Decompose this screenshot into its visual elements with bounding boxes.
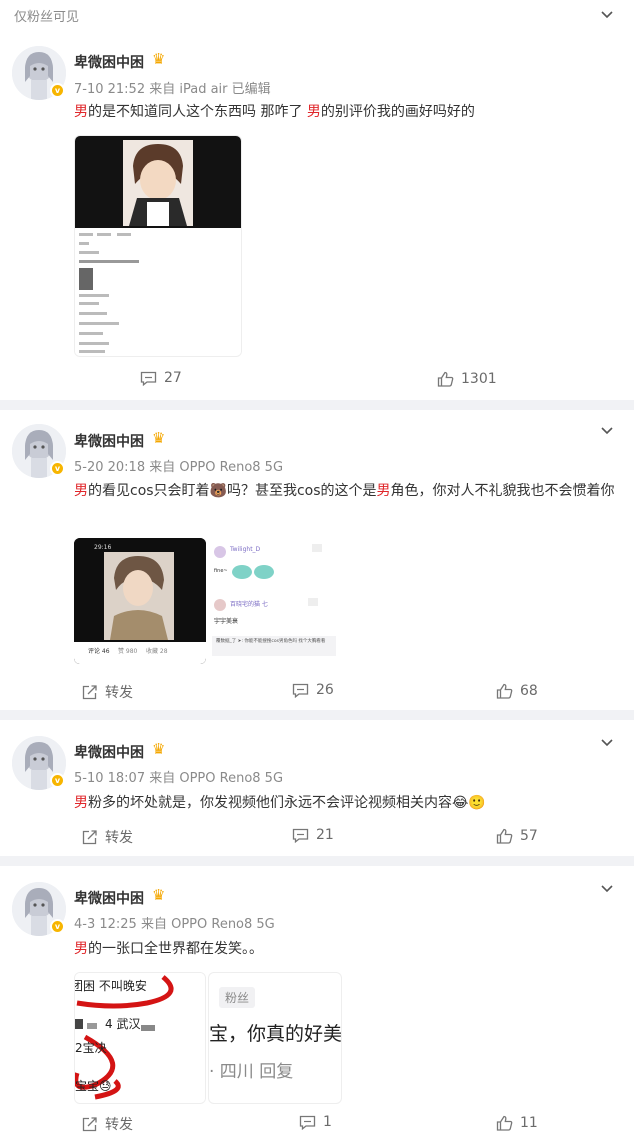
post-card: v 卑微困中困 ♛ 4-3 12:25 来自 OPPO Reno8 5G 男的一… <box>0 866 634 1139</box>
image-comment-user: Twilight_D <box>230 546 261 553</box>
post-text: 男的看见cos只会盯着🐻吗？甚至我cos的这个是男角色，你对人不礼貌我也不会惯着… <box>74 480 622 503</box>
chevron-down-icon[interactable] <box>600 422 614 441</box>
thumbs-up-icon <box>496 1115 513 1131</box>
text-segment: 的看见cos只会盯着🐻吗？甚至我cos的这个是 <box>88 483 377 499</box>
text-segment: 的一张口全世界都在发笑。。 <box>88 941 263 957</box>
like-button[interactable]: 1301 <box>437 371 497 387</box>
crown-icon: ♛ <box>152 886 166 904</box>
image-text-line: 4 武汉 <box>105 1017 141 1031</box>
chevron-down-icon[interactable] <box>600 6 614 25</box>
like-count: 57 <box>520 828 538 844</box>
verified-badge-icon: v <box>50 461 65 476</box>
image-text-line: 宝，你真的好美 <box>209 1023 342 1045</box>
chevron-down-icon[interactable] <box>600 734 614 753</box>
repost-label: 转发 <box>105 685 133 701</box>
crown-icon: ♛ <box>152 429 166 447</box>
highlight-word: 男 <box>74 104 88 120</box>
user-name[interactable]: 卑微困中困 <box>74 742 144 762</box>
comment-icon <box>140 371 157 386</box>
comment-count: 21 <box>316 827 334 843</box>
visibility-label: 仅粉丝可见 <box>14 10 80 25</box>
image-text-line: · 四川 回复 <box>209 1062 294 1082</box>
highlight-word: 男 <box>376 483 391 499</box>
post-separator <box>0 710 634 720</box>
image-text-line: 宝宝😓 <box>75 1079 112 1093</box>
image-tab-likes: 赞 980 <box>118 648 138 655</box>
post-card: v 卑微困中困 ♛ 5-20 20:18 来自 OPPO Reno8 5G 男的… <box>0 410 634 710</box>
chevron-down-icon[interactable] <box>600 880 614 899</box>
top-bar: 仅粉丝可见 <box>0 0 634 28</box>
image-tab-comments: 评论 46 <box>88 648 110 655</box>
image-comment-text: 宇宇美衰 <box>214 618 239 625</box>
post-card: v 卑微困中困 ♛ 5-10 18:07 来自 OPPO Reno8 5G 男粉… <box>0 720 634 856</box>
comment-count: 1 <box>323 1114 332 1130</box>
user-name[interactable]: 卑微困中困 <box>74 431 144 451</box>
svg-text:29:16: 29:16 <box>94 544 111 551</box>
image-tab-fav: 收藏 28 <box>146 648 168 655</box>
image-text-line: 团困 不叫晚安 <box>74 979 147 993</box>
post-image[interactable]: Twilight_D fine~ 百晓宅的猫 七 宇宇美衰 覆数据_了 ➤: 你… <box>208 538 340 664</box>
verified-badge-icon: v <box>50 919 65 934</box>
comment-count: 26 <box>316 682 334 698</box>
like-button[interactable]: 57 <box>496 828 538 844</box>
repost-label: 转发 <box>105 1117 133 1133</box>
image-text-line: 2宝决 <box>75 1041 107 1055</box>
repost-icon <box>82 685 97 700</box>
highlight-word: 男 <box>306 104 321 120</box>
post-text: 男粉多的坏处就是，你发视频他们永远不会评论视频相关内容😂🙂 <box>74 792 614 815</box>
text-segment: 的是不知道同人这个东西吗 那咋了 <box>88 104 307 120</box>
repost-label: 转发 <box>105 830 133 846</box>
comment-icon <box>292 828 309 843</box>
post-separator <box>0 400 634 410</box>
image-tag: 粉丝 <box>219 987 256 1008</box>
crown-icon: ♛ <box>152 50 166 68</box>
thumbs-up-icon <box>437 371 454 387</box>
verified-badge-icon: v <box>50 83 65 98</box>
post-meta: 4-3 12:25 来自 OPPO Reno8 5G <box>74 917 275 932</box>
user-name[interactable]: 卑微困中困 <box>74 888 144 908</box>
thumbs-up-icon <box>496 683 513 699</box>
image-comment-text: fine~ <box>214 568 228 574</box>
comment-button[interactable]: 21 <box>292 827 334 843</box>
thumbs-up-icon <box>496 828 513 844</box>
user-name[interactable]: 卑微困中困 <box>74 52 144 72</box>
highlight-word: 男 <box>74 795 88 811</box>
post-image[interactable] <box>74 135 242 357</box>
text-segment: 角色，你对人不礼貌我也不会惯着你 <box>390 483 615 499</box>
like-count: 11 <box>520 1115 538 1131</box>
text-segment: 的别评价我的画好吗好的 <box>320 104 475 120</box>
comment-button[interactable]: 27 <box>140 370 182 386</box>
comment-icon <box>292 683 309 698</box>
like-button[interactable]: 68 <box>496 683 538 699</box>
image-comment-user: 百晓宅的猫 七 <box>230 601 268 608</box>
repost-button[interactable]: 转发 <box>82 827 133 847</box>
crown-icon: ♛ <box>152 740 166 758</box>
post-text: 男的一张口全世界都在发笑。。 <box>74 938 614 961</box>
comment-button[interactable]: 1 <box>299 1114 332 1130</box>
post-image[interactable]: 粉丝 宝，你真的好美 · 四川 回复 <box>208 972 342 1104</box>
highlight-word: 男 <box>74 483 88 499</box>
verified-badge-icon: v <box>50 773 65 788</box>
post-meta: 7-10 21:52 来自 iPad air 已编辑 <box>74 82 271 97</box>
highlight-word: 男 <box>74 941 88 957</box>
like-count: 68 <box>520 683 538 699</box>
comment-icon <box>299 1115 316 1130</box>
post-image[interactable]: 29:16 评论 46 赞 980 收藏 28 <box>74 538 206 664</box>
post-meta: 5-10 18:07 来自 OPPO Reno8 5G <box>74 771 284 786</box>
repost-button[interactable]: 转发 <box>82 682 133 702</box>
repost-icon <box>82 1117 97 1132</box>
post-meta: 5-20 20:18 来自 OPPO Reno8 5G <box>74 460 284 475</box>
text-segment: 粉多的坏处就是，你发视频他们永远不会评论视频相关内容😂🙂 <box>88 795 486 811</box>
post-card: v 卑微困中困 ♛ 7-10 21:52 来自 iPad air 已编辑 男的是… <box>0 28 634 400</box>
like-count: 1301 <box>461 371 497 387</box>
post-image[interactable]: 团困 不叫晚安 4 武汉 2宝决 宝宝😓 <box>74 972 206 1104</box>
repost-button[interactable]: 转发 <box>82 1114 133 1134</box>
image-quote: 覆数据_了 ➤: 你能不能搜搜cos男角色吗 找个大胸看看 <box>216 639 326 644</box>
post-separator <box>0 856 634 866</box>
like-button[interactable]: 11 <box>496 1115 538 1131</box>
repost-icon <box>82 830 97 845</box>
comment-button[interactable]: 26 <box>292 682 334 698</box>
post-text: 男的是不知道同人这个东西吗 那咋了 男的别评价我的画好吗好的 <box>74 101 614 124</box>
comment-count: 27 <box>164 370 182 386</box>
